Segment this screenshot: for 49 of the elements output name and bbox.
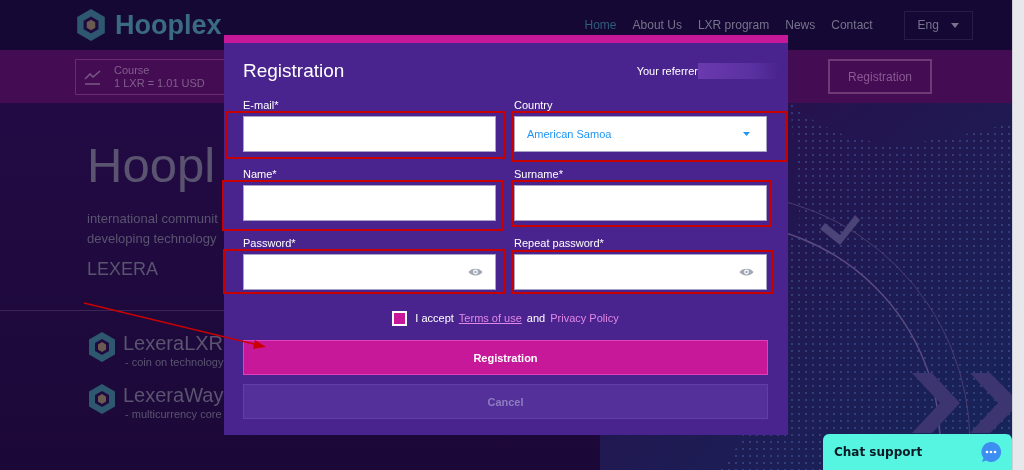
chat-support-button[interactable]: Chat support — [823, 434, 1012, 470]
field-label: Name* — [243, 169, 277, 180]
field-label: Password* — [243, 238, 296, 249]
input-field[interactable] — [243, 116, 496, 152]
brand-label: LEXERA — [87, 259, 159, 280]
registration-button[interactable]: Registration — [828, 59, 932, 94]
logo-icon — [75, 8, 107, 42]
rate-value: 1 LXR = 1.01 USD — [114, 76, 205, 90]
field-label: E-mail* — [243, 100, 279, 111]
cancel-button[interactable]: Cancel — [243, 384, 768, 419]
hero-tagline: international communit — [87, 210, 218, 228]
scrollbar[interactable] — [1012, 0, 1024, 470]
terms-text: and — [526, 312, 546, 324]
nav-link[interactable]: About Us — [624, 18, 690, 32]
chat-icon — [980, 441, 1002, 463]
input-field[interactable] — [243, 185, 496, 221]
eye-icon[interactable] — [739, 267, 754, 277]
nav-link[interactable]: News — [777, 18, 824, 32]
field-label: Country — [514, 100, 553, 111]
privacy-link[interactable]: Privacy Policy — [550, 312, 619, 324]
chart-icon — [84, 67, 102, 86]
product-description: - multicurrency core — [124, 407, 223, 421]
country-select[interactable]: American Samoa — [514, 116, 767, 152]
caret-icon — [950, 22, 959, 28]
input-field[interactable] — [514, 185, 767, 221]
field-label: Repeat password* — [514, 238, 604, 249]
product-name: LexeraWay — [123, 383, 224, 407]
nav-link[interactable]: Contact — [823, 18, 881, 32]
hero-title: Hoopl — [87, 137, 216, 194]
nav-link[interactable]: Home — [576, 18, 625, 32]
dialog-title: Registration — [243, 60, 345, 82]
field-label: Surname* — [514, 169, 563, 180]
referrer-label: Your referrer — [636, 65, 698, 77]
password-field[interactable] — [514, 254, 767, 290]
terms-link[interactable]: Terms of use — [458, 312, 522, 324]
password-field[interactable] — [243, 254, 496, 290]
product-name: LexeraLXR — [123, 331, 224, 355]
rate-label: Course — [114, 63, 151, 77]
product-icon — [87, 383, 117, 415]
product-description: - coin on technology — [124, 355, 224, 369]
product-icon — [87, 331, 117, 363]
hero-tagline: developing technology — [87, 230, 217, 248]
language-select[interactable]: Eng — [903, 10, 973, 40]
logo-text: Hooplex — [115, 9, 222, 41]
nav-link[interactable]: LXR program — [689, 18, 778, 32]
registration-button[interactable]: Registration — [243, 340, 768, 375]
eye-icon[interactable] — [468, 267, 483, 277]
checkbox[interactable] — [392, 310, 408, 326]
terms-text: I accept — [415, 312, 454, 324]
